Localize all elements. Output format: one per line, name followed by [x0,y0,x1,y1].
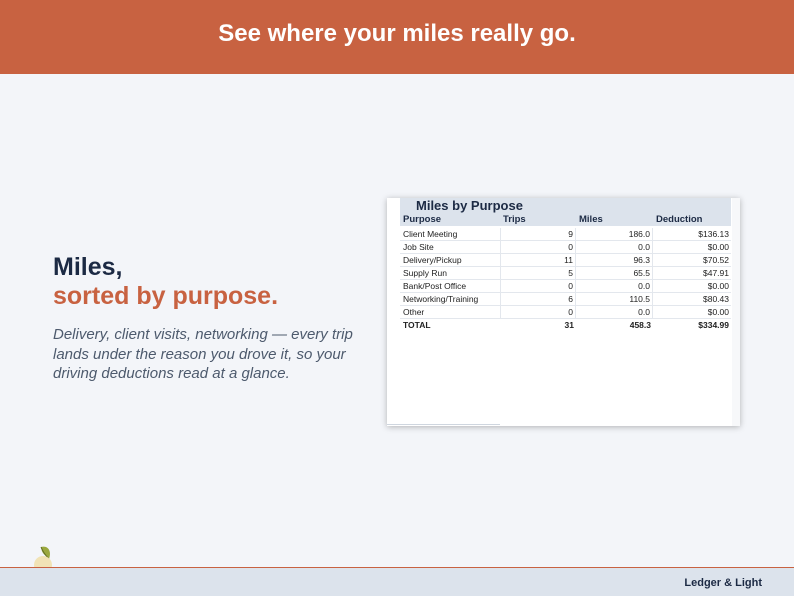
headline-block: Miles, sorted by purpose. Delivery, clie… [53,253,363,384]
cell-trips: 0 [501,280,576,293]
headline-description: Delivery, client visits, networking — ev… [53,326,353,382]
column-header-trips: Trips [503,214,526,225]
table-row: Job Site 0 0.0 $0.00 [400,241,731,254]
cell-trips: 9 [501,228,576,241]
banner-title: See where your miles really go. [218,20,576,47]
brand-name: Ledger & Light [684,577,762,589]
cell-miles: 0.0 [577,306,653,319]
cell-miles: 186.0 [577,228,653,241]
cell-deduction: $0.00 [707,307,729,317]
cell-deduction: $47.91 [703,268,729,278]
sheet-title: Miles by Purpose [416,198,523,213]
cell-miles: 96.3 [577,254,653,267]
spreadsheet-screenshot: Miles by Purpose Purpose Trips Miles Ded… [387,198,740,426]
cell-trips: 31 [564,320,574,330]
headline-line-2: sorted by purpose. [53,282,279,310]
cell-miles: 110.5 [577,293,653,306]
cell-miles: 0.0 [577,280,653,293]
cell-trips: 0 [501,306,576,319]
cell-trips: 5 [501,267,576,280]
sheet-divider [387,424,500,425]
cell-deduction: $136.13 [698,229,729,239]
cell-deduction: $80.43 [703,294,729,304]
table-row: Other 0 0.0 $0.00 [400,306,731,319]
cell-miles: 458.3 [629,320,651,330]
cell-miles: 0.0 [577,241,653,254]
table-row: Supply Run 5 65.5 $47.91 [400,267,731,280]
cell-deduction: $70.52 [703,255,729,265]
cell-purpose: Delivery/Pickup [403,254,501,267]
column-header-miles: Miles [579,214,603,225]
footer: Ledger & Light [0,567,794,596]
cell-trips: 0 [501,241,576,254]
cell-purpose: Client Meeting [403,228,501,241]
headline-line-1: Miles, [53,253,123,281]
table-row: Bank/Post Office 0 0.0 $0.00 [400,280,731,293]
cell-purpose: TOTAL [403,320,431,330]
cell-purpose: Supply Run [403,267,501,280]
table-row: Client Meeting 9 186.0 $136.13 [400,228,731,241]
spreadsheet-header: Miles by Purpose Purpose Trips Miles Ded… [400,198,731,226]
column-header-purpose: Purpose [403,214,442,225]
cell-deduction: $334.99 [698,320,729,330]
column-header-deduction: Deduction [656,214,703,225]
table-total-row: TOTAL 31 458.3 $334.99 [400,319,731,332]
cell-trips: 11 [501,254,576,267]
sheet-scrollbar[interactable] [732,198,740,426]
banner: See where your miles really go. [0,0,794,74]
cell-purpose: Job Site [403,241,501,254]
table-row: Networking/Training 6 110.5 $80.43 [400,293,731,306]
table-row: Delivery/Pickup 11 96.3 $70.52 [400,254,731,267]
cell-purpose: Bank/Post Office [403,280,501,293]
spreadsheet-body: Miles by Purpose Purpose Trips Miles Ded… [387,198,732,426]
cell-deduction: $0.00 [707,242,729,252]
cell-miles: 65.5 [577,267,653,280]
cell-deduction: $0.00 [707,281,729,291]
cell-trips: 6 [501,293,576,306]
cell-purpose: Other [403,306,501,319]
cell-purpose: Networking/Training [403,293,501,306]
